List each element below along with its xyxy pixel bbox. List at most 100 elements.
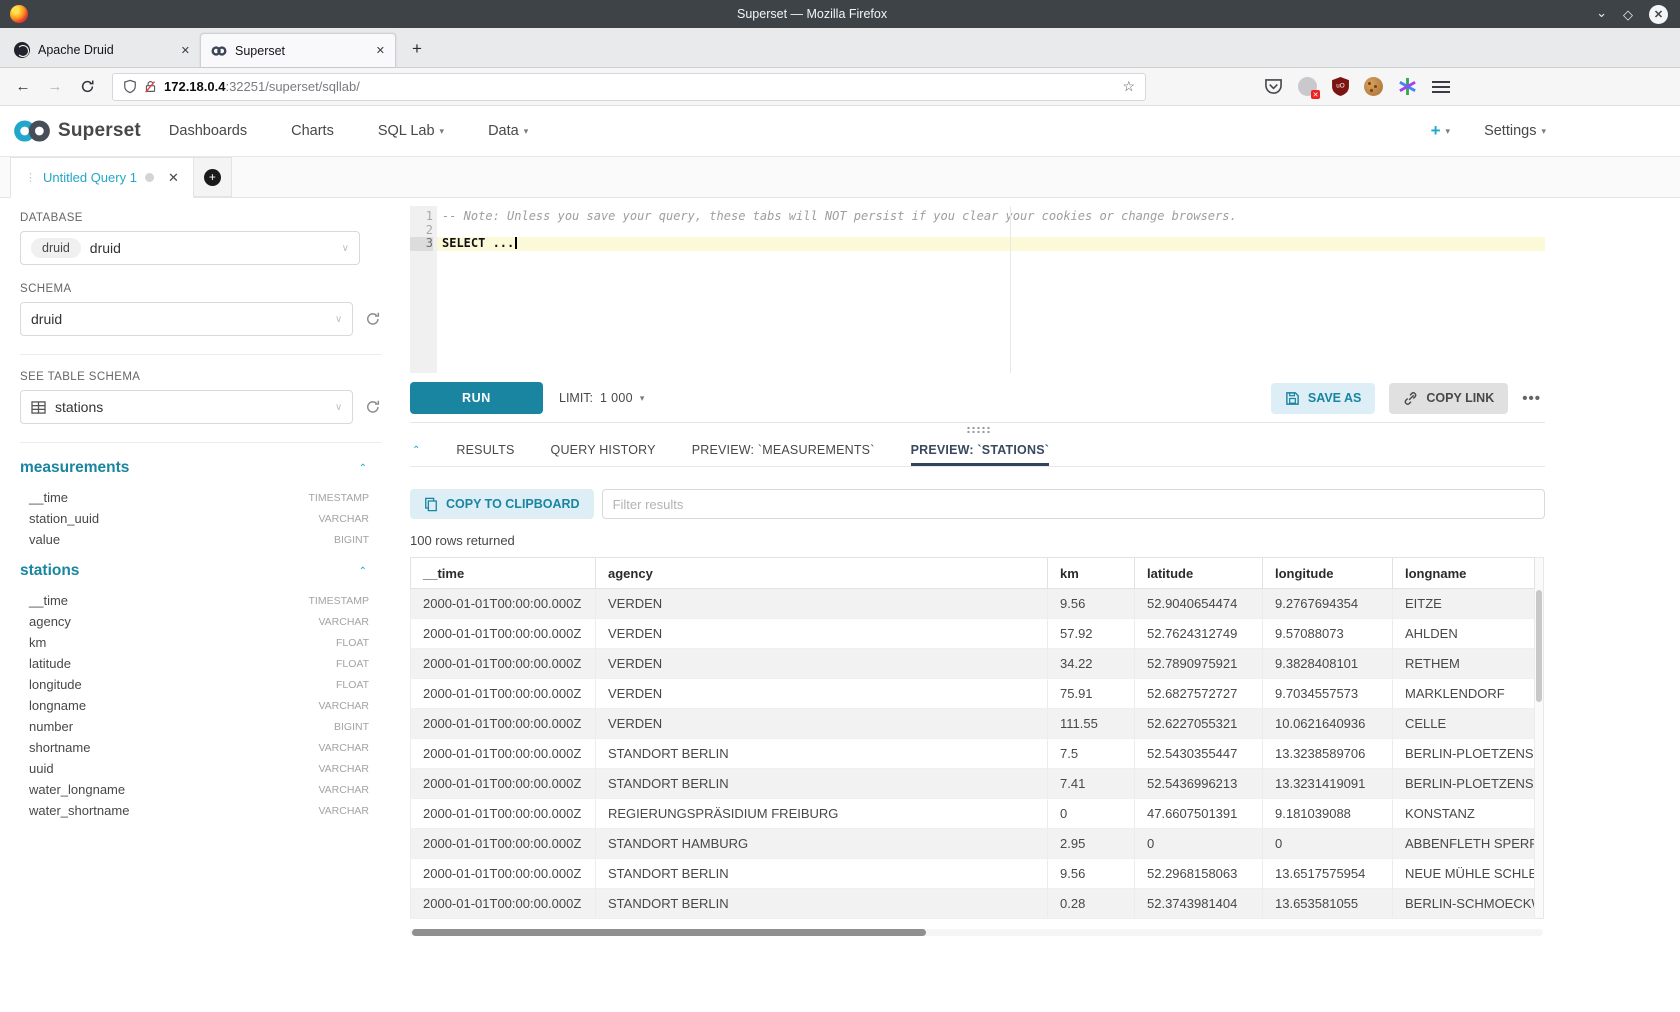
pocket-icon[interactable]: [1264, 78, 1283, 95]
url-field[interactable]: 172.18.0.4:32251/superset/sqllab/ ☆: [112, 73, 1146, 101]
results-tab-3[interactable]: PREVIEW: `STATIONS`: [911, 443, 1050, 466]
horizontal-scrollbar[interactable]: [410, 929, 1543, 936]
column-name: water_shortname: [29, 803, 318, 818]
schema-column-row: agencyVARCHAR: [20, 611, 381, 632]
refresh-table-icon[interactable]: [365, 399, 381, 415]
column-type: VARCHAR: [318, 700, 369, 712]
table-cell: VERDEN: [596, 679, 1048, 709]
results-tab-2[interactable]: PREVIEW: `MEASUREMENTS`: [692, 443, 875, 466]
table-cell: 52.2968158063: [1135, 859, 1263, 889]
table-cell: 2000-01-01T00:00:00.000Z: [411, 829, 596, 859]
nav-item-sql-lab[interactable]: SQL Lab▾: [378, 123, 444, 139]
schema-column-row: longnameVARCHAR: [20, 695, 381, 716]
table-row: 2000-01-01T00:00:00.000ZREGIERUNGSPRÄSID…: [411, 799, 1535, 829]
reload-icon[interactable]: [74, 74, 100, 100]
back-icon[interactable]: ←: [10, 74, 36, 100]
collapse-chevron-icon[interactable]: ⌃: [359, 463, 367, 474]
shield-icon[interactable]: [123, 79, 137, 94]
firefox-icon: [10, 5, 28, 23]
schema-select[interactable]: druid ∨: [20, 302, 353, 336]
column-name: station_uuid: [29, 511, 318, 526]
schema-tables: measurements⌃__timeTIMESTAMPstation_uuid…: [20, 459, 381, 821]
divider: [20, 354, 381, 355]
table-cell: 13.3231419091: [1263, 769, 1393, 799]
copy-to-clipboard-button[interactable]: COPY TO CLIPBOARD: [410, 489, 594, 519]
database-select[interactable]: druid druid ∨: [20, 231, 360, 265]
collapse-chevron-icon[interactable]: ⌃: [359, 566, 367, 577]
column-header[interactable]: agency: [596, 558, 1048, 589]
more-options-button[interactable]: •••: [1522, 390, 1541, 407]
filter-results-input[interactable]: [602, 489, 1545, 519]
tab-close-icon[interactable]: ✕: [376, 44, 385, 57]
save-as-button[interactable]: SAVE AS: [1271, 383, 1376, 414]
browser-tab-superset[interactable]: Superset ✕: [200, 33, 396, 67]
extension-disabled-icon[interactable]: [1298, 77, 1317, 96]
table-cell: REGIERUNGSPRÄSIDIUM FREIBURG: [596, 799, 1048, 829]
nav-item-data[interactable]: Data▾: [488, 123, 528, 139]
run-button[interactable]: RUN: [410, 382, 543, 414]
save-icon: [1285, 391, 1300, 406]
ublock-icon[interactable]: uO: [1332, 77, 1349, 96]
menu-icon[interactable]: [1432, 81, 1450, 93]
limit-dropdown[interactable]: LIMIT: 1 000 ▾: [559, 391, 644, 405]
add-new-button[interactable]: +▾: [1431, 121, 1450, 141]
column-name: km: [29, 635, 336, 650]
column-header[interactable]: longitude: [1263, 558, 1393, 589]
nav-item-charts[interactable]: Charts: [291, 123, 334, 139]
window-close-icon[interactable]: ✕: [1649, 5, 1668, 24]
table-cell: STANDORT HAMBURG: [596, 829, 1048, 859]
asterisk-extension-icon[interactable]: [1398, 77, 1417, 96]
caret-down-icon: ▾: [440, 126, 445, 137]
sql-editor-pane: 123 -- Note: Unless you save your query,…: [395, 198, 1545, 1012]
table-cell: 2000-01-01T00:00:00.000Z: [411, 649, 596, 679]
results-tab-1[interactable]: QUERY HISTORY: [551, 443, 656, 466]
column-header[interactable]: km: [1048, 558, 1135, 589]
superset-favicon: [211, 45, 227, 57]
table-cell: BERLIN-SCHMOECKWITZ: [1393, 889, 1535, 919]
new-query-tab-button[interactable]: +: [194, 157, 232, 197]
vertical-scrollbar-thumb[interactable]: [1536, 590, 1542, 702]
table-cell: 13.6517575954: [1263, 859, 1393, 889]
table-cell: 52.6827572727: [1135, 679, 1263, 709]
text-cursor: [515, 237, 517, 249]
column-header[interactable]: latitude: [1135, 558, 1263, 589]
settings-menu[interactable]: Settings▾: [1484, 123, 1546, 139]
new-tab-button[interactable]: +: [402, 34, 432, 64]
schema-column-row: water_shortnameVARCHAR: [20, 800, 381, 821]
column-header[interactable]: longname: [1393, 558, 1535, 589]
query-tabbar: ⋮ Untitled Query 1 ✕ +: [0, 157, 1680, 198]
table-cell: 52.7890975921: [1135, 649, 1263, 679]
column-header[interactable]: __time: [411, 558, 596, 589]
editor-code-area[interactable]: -- Note: Unless you save your query, the…: [437, 206, 1545, 373]
superset-brand[interactable]: Superset: [12, 118, 141, 144]
window-minimize-icon[interactable]: ⌄: [1596, 6, 1607, 19]
schema-column-row: longitudeFLOAT: [20, 674, 381, 695]
chevron-down-icon: ∨: [335, 402, 342, 413]
sql-editor[interactable]: 123 -- Note: Unless you save your query,…: [410, 206, 1545, 373]
refresh-schema-icon[interactable]: [365, 311, 381, 327]
results-tab-0[interactable]: RESULTS: [456, 443, 514, 466]
lock-insecure-icon[interactable]: [144, 79, 157, 94]
copy-link-button[interactable]: COPY LINK: [1389, 383, 1508, 414]
table-cell: 13.653581055: [1263, 889, 1393, 919]
tab-close-icon[interactable]: ✕: [181, 44, 190, 57]
schema-table-title[interactable]: stations: [20, 562, 359, 580]
browser-tabstrip: Apache Druid ✕ Superset ✕ +: [0, 28, 1680, 68]
query-tab-label: Untitled Query 1: [43, 170, 137, 185]
collapse-pane-icon[interactable]: ⌃: [412, 445, 420, 466]
schema-table-title[interactable]: measurements: [20, 459, 359, 477]
window-maximize-icon[interactable]: ◇: [1623, 8, 1633, 21]
cookie-extension-icon[interactable]: [1364, 77, 1383, 96]
table-select[interactable]: stations ∨: [20, 390, 353, 424]
vertical-scrollbar[interactable]: [1535, 557, 1544, 919]
browser-tab-druid[interactable]: Apache Druid ✕: [4, 33, 200, 67]
query-tab-close-icon[interactable]: ✕: [168, 170, 179, 186]
horizontal-scrollbar-thumb[interactable]: [412, 929, 926, 936]
pane-resize-handle[interactable]: [410, 423, 1545, 435]
drag-handle-icon[interactable]: ⋮: [25, 171, 35, 184]
nav-item-dashboards[interactable]: Dashboards: [169, 123, 247, 139]
bookmark-star-icon[interactable]: ☆: [1122, 78, 1135, 95]
query-tab-active[interactable]: ⋮ Untitled Query 1 ✕: [10, 157, 194, 198]
forward-icon[interactable]: →: [42, 74, 68, 100]
column-type: VARCHAR: [318, 763, 369, 775]
